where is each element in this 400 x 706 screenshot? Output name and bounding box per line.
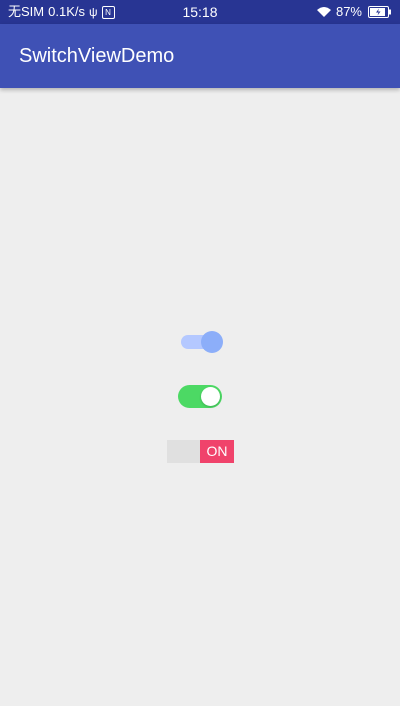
material-switch[interactable] <box>179 331 223 353</box>
battery-percent: 87% <box>335 4 362 19</box>
app-bar: SwitchViewDemo <box>0 24 400 88</box>
app-title: SwitchViewDemo <box>19 45 175 67</box>
slide-box-switch[interactable]: ON <box>167 440 234 463</box>
battery-icon <box>368 6 392 18</box>
wifi-icon <box>316 6 332 18</box>
status-right: 87% <box>316 0 392 24</box>
slide-box-on-label: ON <box>200 440 234 463</box>
status-bar: 无SIM 0.1K/s ψ N 15:18 87% <box>0 0 400 24</box>
ios-switch[interactable] <box>178 385 222 408</box>
ios-switch-thumb <box>201 387 220 406</box>
material-switch-thumb <box>201 331 223 353</box>
